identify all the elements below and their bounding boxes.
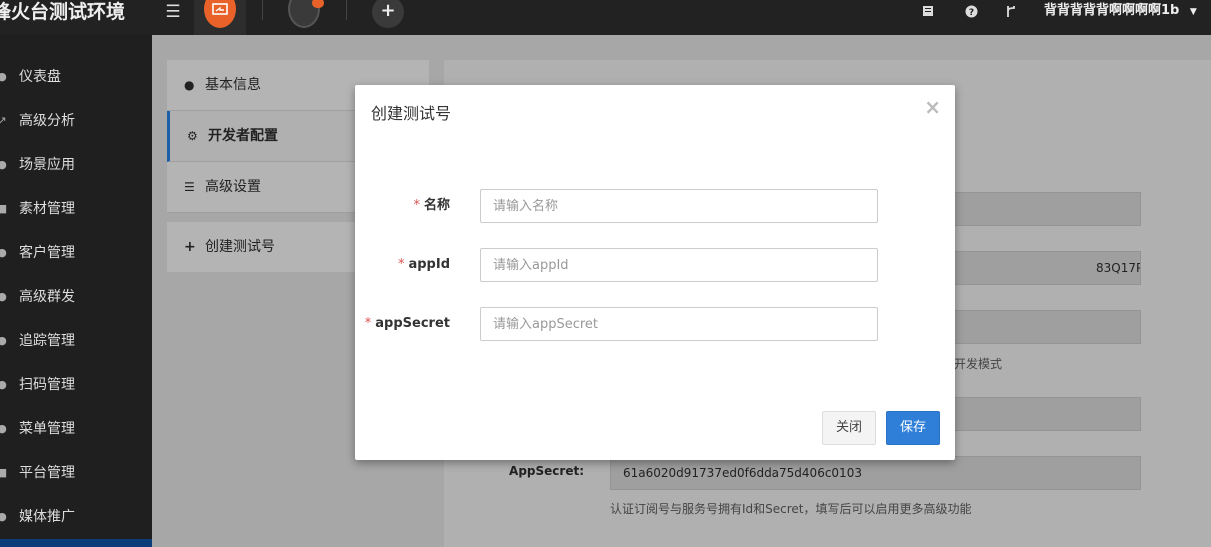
appid-input[interactable] — [480, 248, 878, 282]
sidebar-item-label: 仪表盘 — [19, 69, 61, 85]
appid-label: * appId — [398, 248, 450, 282]
notification-badge — [312, 0, 324, 8]
app-switch-secondary[interactable] — [288, 0, 324, 28]
menu-icon: ● — [0, 422, 7, 435]
sidebar-item-broadcast[interactable]: ● 高级群发 — [0, 275, 152, 319]
app-switch-active[interactable] — [194, 0, 246, 35]
media-icon: ● — [0, 510, 7, 523]
user-icon: ● — [184, 78, 195, 92]
tracking-icon: ● — [0, 334, 7, 347]
scene-icon: ● — [0, 158, 7, 171]
sidebar-item-label: 客户管理 — [19, 245, 75, 261]
top-navbar: 烽火台测试环境 ☰ + ? 背背背背背啊啊啊啊1b ▼ — [0, 0, 1211, 35]
name-label: * 名称 — [413, 189, 450, 223]
plus-icon: + — [184, 239, 196, 255]
sidebar-item-media[interactable]: ● 媒体推广 — [0, 495, 152, 539]
subnav-label: 开发者配置 — [208, 128, 278, 144]
appid-label-text: appId — [408, 257, 450, 272]
name-label-text: 名称 — [423, 198, 450, 213]
sidebar: ● 仪表盘 ↗ 高级分析 ● 场景应用 ■ 素材管理 ● 客户管理 ● 高级群发… — [0, 35, 152, 547]
sidebar-item-customers[interactable]: ● 客户管理 — [0, 231, 152, 275]
sidebar-item-analytics[interactable]: ↗ 高级分析 — [0, 99, 152, 143]
appsecret-field[interactable]: 61a6020d91737ed0f6dda75d406c0103 — [610, 456, 1141, 490]
appsecret-form-label: * appSecret — [365, 307, 450, 341]
gear-icon: ⚙ — [187, 129, 198, 143]
form-row-appsecret: * appSecret — [355, 307, 955, 341]
sidebar-item-label: 高级分析 — [19, 113, 75, 129]
sidebar-item-label: 场景应用 — [19, 157, 75, 173]
user-name: 背背背背背啊啊啊啊1b — [1044, 3, 1180, 18]
sidebar-item-tracking[interactable]: ● 追踪管理 — [0, 319, 152, 363]
broadcast-icon: ● — [0, 290, 7, 303]
subnav-label: 基本信息 — [205, 77, 261, 93]
appsecret-value: 61a6020d91737ed0f6dda75d406c0103 — [623, 466, 862, 480]
chart-icon: ↗ — [0, 114, 7, 127]
form-row-appid: * appId — [355, 248, 955, 282]
material-icon: ■ — [0, 202, 8, 215]
sidebar-item-label: 媒体推广 — [19, 509, 75, 525]
secret-hint: 认证订阅号与服务号拥有Id和Secret，填写后可以启用更多高级功能 — [610, 502, 972, 516]
sidebar-item-platform[interactable]: ■ 平台管理 — [0, 451, 152, 495]
close-button[interactable]: 关闭 — [822, 411, 876, 445]
create-test-account-modal: 创建测试号 × *名称 *appId *appSecret 关闭 保存 — [355, 85, 955, 460]
appsecret-label: AppSecret: — [509, 464, 584, 478]
screen-arrow-icon — [212, 3, 228, 15]
plus-icon[interactable]: + — [372, 0, 404, 28]
sidebar-item-label: 追踪管理 — [19, 333, 75, 349]
sidebar-item-label: 扫码管理 — [19, 377, 75, 393]
appid-value: 83Q17P47 — [1096, 261, 1140, 275]
qrcode-icon: ● — [0, 378, 7, 391]
close-icon[interactable]: × — [924, 97, 941, 117]
sidebar-item-label: 素材管理 — [19, 201, 75, 217]
user-icon: ● — [0, 246, 7, 259]
svg-text:?: ? — [968, 8, 973, 18]
caret-down-icon: ▼ — [1189, 7, 1197, 17]
appsecret-label-text: appSecret — [375, 316, 450, 331]
sidebar-item-dashboard[interactable]: ● 仪表盘 — [0, 55, 152, 99]
sidebar-item-label: 平台管理 — [19, 465, 75, 481]
list-icon: ☰ — [184, 180, 195, 194]
sidebar-item-materials[interactable]: ■ 素材管理 — [0, 187, 152, 231]
modal-title: 创建测试号 — [371, 104, 452, 123]
required-mark: * — [413, 198, 420, 213]
sidebar-item-scenes[interactable]: ● 场景应用 — [0, 143, 152, 187]
subnav-label: 创建测试号 — [205, 239, 275, 255]
sidebar-item-label: 菜单管理 — [19, 421, 75, 437]
name-input[interactable] — [480, 189, 878, 223]
sidebar-active-indicator — [0, 539, 152, 547]
subnav-label: 高级设置 — [205, 179, 261, 195]
app-logo-orange — [204, 0, 236, 28]
user-menu[interactable]: 背背背背背啊啊啊啊1b ▼ — [1044, 0, 1197, 22]
divider — [262, 0, 263, 20]
sidebar-item-label: 高级群发 — [19, 289, 75, 305]
form-row-name: * 名称 — [355, 189, 955, 223]
bars-icon[interactable]: ☰ — [160, 0, 186, 35]
save-button[interactable]: 保存 — [886, 411, 940, 445]
book-icon[interactable] — [918, 0, 938, 35]
sidebar-item-menu[interactable]: ● 菜单管理 — [0, 407, 152, 451]
required-mark: * — [397, 257, 405, 272]
dev-mode-hint: 开发模式 — [954, 357, 1003, 371]
required-mark: * — [364, 316, 372, 331]
dashboard-icon: ● — [0, 70, 7, 83]
question-icon[interactable]: ? — [961, 0, 981, 35]
branch-icon[interactable] — [1003, 0, 1019, 35]
divider — [346, 0, 347, 20]
sidebar-item-scan[interactable]: ● 扫码管理 — [0, 363, 152, 407]
appsecret-input[interactable] — [480, 307, 878, 341]
platform-icon: ■ — [0, 466, 8, 479]
app-title[interactable]: 烽火台测试环境 — [0, 0, 125, 35]
